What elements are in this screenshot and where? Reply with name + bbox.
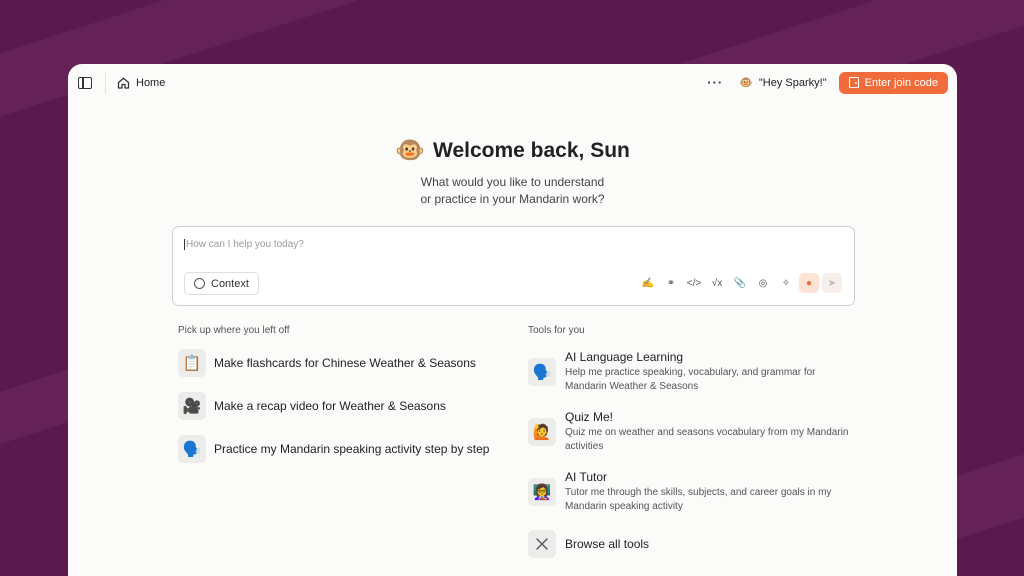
code-icon[interactable]: </>	[684, 273, 704, 293]
tool-name: Quiz Me!	[565, 410, 614, 424]
app-window: Home ··· 🐵 "Hey Sparky!" Enter join code…	[68, 64, 957, 576]
chat-input[interactable]	[184, 239, 784, 250]
join-button-label: Enter join code	[864, 76, 938, 89]
sidebar-toggle-icon[interactable]	[78, 76, 92, 89]
tools-section-label: Tools for you	[528, 325, 585, 336]
paperclip-icon[interactable]: 📎	[730, 273, 750, 293]
pickup-list: 📋 Make flashcards for Chinese Weather & …	[178, 349, 489, 478]
mascot-icon: 🐵	[395, 137, 426, 164]
clipboard-icon: 📋	[178, 349, 206, 377]
tool-name: AI Tutor	[565, 470, 608, 484]
tool-description: Tutor me through the skills, subjects, a…	[565, 487, 832, 512]
subtitle: What would you like to understand or pra…	[68, 174, 957, 208]
chat-toolbar: ✍ ⚭ </> √x 📎 ◎ ✧ ● ➤	[638, 273, 842, 293]
camera-icon[interactable]: ◎	[753, 273, 773, 293]
door-icon	[848, 77, 859, 88]
tools-icon	[528, 530, 556, 558]
tool-card-quiz-me[interactable]: 🙋 Quiz Me! Quiz me on weather and season…	[528, 410, 858, 454]
chat-box: Context ✍ ⚭ </> √x 📎 ◎ ✧ ● ➤	[172, 226, 855, 306]
send-icon[interactable]: ➤	[822, 273, 842, 293]
top-bar: Home ··· 🐵 "Hey Sparky!" Enter join code	[68, 64, 957, 101]
more-options-icon[interactable]: ···	[707, 75, 723, 90]
tools-list: 🗣️ AI Language Learning Help me practice…	[528, 350, 858, 558]
subtitle-line-2: or practice in your Mandarin work?	[420, 192, 605, 206]
speaking-head-icon: 🗣️	[528, 358, 556, 386]
list-item[interactable]: 🗣️ Practice my Mandarin speaking activit…	[178, 435, 489, 463]
home-link[interactable]: Home	[117, 77, 165, 89]
home-icon	[117, 77, 130, 89]
list-item-label: Practice my Mandarin speaking activity s…	[214, 442, 490, 456]
hey-sparky-button[interactable]: 🐵 "Hey Sparky!"	[739, 76, 827, 90]
browse-all-tools-label: Browse all tools	[565, 537, 650, 551]
context-label: Context	[211, 277, 249, 290]
page-title: Welcome back, Sun	[433, 138, 630, 162]
tool-name: AI Language Learning	[565, 350, 684, 364]
formula-icon[interactable]: √x	[707, 273, 727, 293]
brain-icon[interactable]: ⚭	[661, 273, 681, 293]
speaking-head-icon: 🗣️	[178, 435, 206, 463]
video-camera-icon: 🎥	[178, 392, 206, 420]
hero: 🐵 Welcome back, Sun What would you like …	[68, 136, 957, 208]
teacher-icon: 👩‍🏫	[528, 478, 556, 506]
context-icon	[194, 278, 205, 289]
list-item-label: Make a recap video for Weather & Seasons	[214, 399, 446, 413]
tool-card-ai-tutor[interactable]: 👩‍🏫 AI Tutor Tutor me through the skills…	[528, 470, 858, 514]
microphone-icon[interactable]: ●	[799, 273, 819, 293]
sparky-avatar-icon: 🐵	[739, 77, 753, 89]
subtitle-line-1: What would you like to understand	[420, 175, 605, 189]
tool-description: Help me practice speaking, vocabulary, a…	[565, 367, 816, 392]
handwriting-icon[interactable]: ✍	[638, 273, 658, 293]
home-label: Home	[136, 76, 166, 89]
hey-sparky-label: "Hey Sparky!"	[758, 76, 827, 89]
list-item[interactable]: 📋 Make flashcards for Chinese Weather & …	[178, 349, 489, 377]
list-item-label: Make flashcards for Chinese Weather & Se…	[214, 356, 476, 370]
divider	[105, 71, 106, 94]
raising-hand-icon: 🙋	[528, 418, 556, 446]
list-item[interactable]: 🎥 Make a recap video for Weather & Seaso…	[178, 392, 489, 420]
tool-description: Quiz me on weather and seasons vocabular…	[565, 427, 849, 452]
magic-wand-icon[interactable]: ✧	[776, 273, 796, 293]
pickup-section-label: Pick up where you left off	[178, 325, 290, 336]
enter-join-code-button[interactable]: Enter join code	[838, 71, 948, 94]
browse-all-tools-button[interactable]: Browse all tools	[528, 530, 858, 558]
tool-card-ai-language-learning[interactable]: 🗣️ AI Language Learning Help me practice…	[528, 350, 858, 394]
context-button[interactable]: Context	[184, 272, 259, 295]
